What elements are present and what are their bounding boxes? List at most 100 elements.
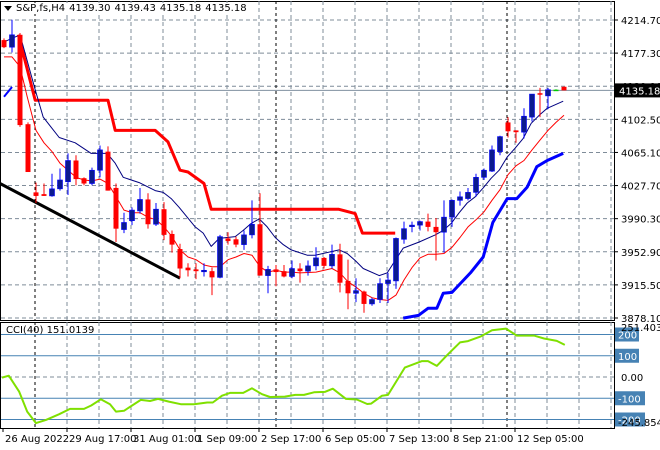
candle-body (337, 254, 343, 283)
candle-body (65, 160, 71, 183)
candle-body (553, 89, 559, 92)
price-tick-label: 3915.50 (621, 281, 660, 292)
candle-body (113, 187, 119, 229)
price-tick-label: 4177.30 (621, 49, 660, 60)
current-price-label: 4135.18 (619, 86, 660, 97)
candle-body (121, 222, 127, 230)
candle-body (217, 236, 223, 278)
cci-max-label: 251.4034 (621, 323, 660, 334)
candle-body (153, 208, 159, 225)
candle-body (481, 169, 487, 178)
candle-body (1, 40, 7, 48)
candle-body (89, 169, 95, 184)
time-tick-label: 7 Sep 13:00 (389, 434, 449, 445)
price-tick-label: 4102.50 (621, 115, 660, 126)
candle (17, 33, 23, 127)
candle-body (73, 160, 79, 180)
candle-body (489, 149, 495, 172)
candle-body (281, 271, 287, 277)
candle-body (41, 194, 47, 196)
candle-body (137, 199, 143, 212)
cci-min-label: -245.8547 (618, 418, 660, 429)
price-tick-label: 4214.70 (621, 16, 660, 27)
candle-body (33, 192, 39, 196)
candle-body (353, 290, 359, 294)
candle-body (313, 257, 319, 267)
candle-body (425, 221, 431, 227)
candle-body (345, 280, 351, 294)
candle-body (185, 267, 191, 271)
candle-body (49, 188, 55, 197)
price-chart[interactable]: 4214.704177.304139.904102.504065.104027.… (0, 0, 660, 450)
cci-zero-label: 0.00 (621, 373, 643, 384)
candle-body (449, 200, 455, 218)
candle-body (9, 34, 15, 48)
dropdown-triangle-icon[interactable] (4, 6, 12, 11)
candle-body (273, 269, 279, 273)
candle-body (193, 269, 199, 272)
ohlc-open: 4139.30 (69, 3, 111, 14)
candle-body (457, 196, 463, 201)
time-tick-label: 29 Aug 17:00 (69, 434, 136, 445)
symbol-label: S&P,fs,H4 (16, 3, 66, 14)
candle-body (305, 265, 311, 272)
candle-body (177, 249, 183, 269)
candle-body (201, 269, 207, 273)
candle (561, 86, 567, 91)
candle-body (321, 257, 327, 266)
candle-body (105, 151, 111, 191)
candle-body (465, 192, 471, 199)
candle-body (561, 86, 567, 91)
candle-body (265, 269, 271, 276)
candle-body (249, 223, 255, 236)
candle-body (433, 226, 439, 233)
candle (393, 237, 399, 289)
time-tick-label: 26 Aug 2022 (5, 434, 69, 445)
price-tick-label: 3990.30 (621, 215, 660, 226)
candle-body (97, 149, 103, 171)
price-tick-label: 4027.70 (621, 182, 660, 193)
price-tick-label: 4065.10 (621, 148, 660, 159)
cci-panel-frame (0, 322, 615, 429)
candle-body (441, 216, 447, 233)
candle-body (529, 93, 535, 118)
candle-body (257, 224, 263, 276)
ohlc-low: 4135.18 (159, 3, 202, 14)
candle-body (409, 224, 415, 227)
candle-body (17, 34, 23, 126)
candle (105, 146, 111, 191)
candle-body (57, 179, 63, 190)
time-tick-label: 8 Sep 21:00 (453, 434, 513, 445)
candle-body (225, 238, 231, 242)
ohlc-close: 4135.18 (205, 3, 247, 14)
candle-body (169, 233, 175, 245)
candle-body (401, 228, 407, 240)
time-tick-label: 31 Aug 01:00 (133, 434, 200, 445)
chart-header: S&P,fs,H4 4139.30 4139.43 4135.18 4135.1… (4, 3, 247, 14)
candle-body (25, 124, 31, 173)
candle-body (81, 178, 87, 184)
candle-body (497, 136, 503, 152)
time-tick-label: 1 Sep 09:00 (197, 434, 257, 445)
candle-body (513, 130, 519, 133)
candle-body (545, 89, 551, 97)
candle-body (369, 299, 375, 305)
candle-body (329, 254, 335, 267)
candle-body (377, 283, 383, 300)
candle-body (417, 221, 423, 226)
time-tick-label: 2 Sep 17:00 (261, 434, 321, 445)
candle-body (145, 199, 151, 225)
candle-body (521, 115, 527, 133)
candle-body (393, 238, 399, 282)
candle (217, 234, 223, 279)
ohlc-high: 4139.43 (114, 3, 156, 14)
candle-body (361, 291, 367, 304)
candle-body (297, 268, 303, 272)
cci-level-label: 100 (618, 352, 637, 363)
candle (89, 167, 95, 186)
price-tick-label: 3952.90 (621, 248, 660, 259)
candle-body (289, 268, 295, 277)
cci-title: CCI(40) 151.0139 (6, 325, 95, 336)
candle-body (129, 209, 135, 222)
time-tick-label: 6 Sep 05:00 (325, 434, 385, 445)
